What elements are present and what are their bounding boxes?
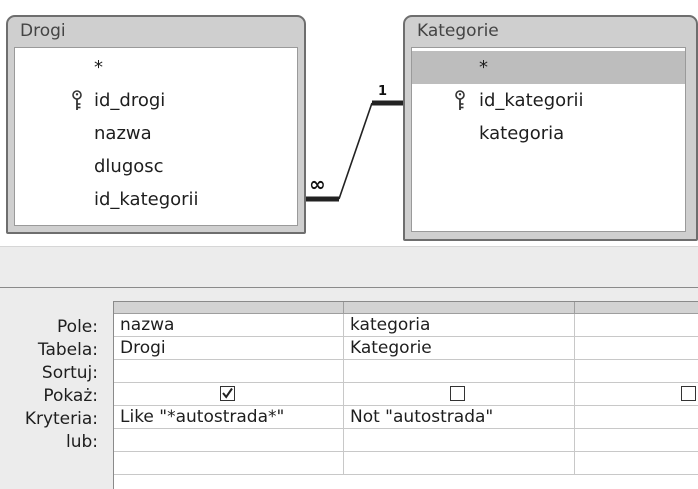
cell-empty[interactable] [575, 452, 698, 475]
cell-tabela[interactable]: Drogi [114, 337, 344, 360]
cell-pokaz [114, 383, 344, 406]
cell-sortuj[interactable] [575, 360, 698, 383]
cell-pole[interactable]: nazwa [114, 314, 344, 337]
row-label-sortuj: Sortuj: [41, 363, 98, 383]
cell-pole[interactable] [575, 314, 698, 337]
cell-empty[interactable] [344, 452, 575, 475]
row-label-tabela: Tabela: [37, 340, 98, 360]
show-checkbox[interactable] [450, 386, 465, 401]
checkmark-icon [222, 387, 233, 399]
query-grid: nazwa Drogi Like "*autostrada*" kategori… [113, 301, 698, 489]
cell-kryteria[interactable] [575, 406, 698, 429]
cell-tabela[interactable]: Kategorie [344, 337, 575, 360]
row-label-pokaz: Pokaż: [43, 386, 98, 406]
column-selector-1[interactable] [114, 302, 344, 314]
relationship-many-label: ∞ [309, 172, 326, 196]
query-diagram-pane[interactable]: Drogi * id_drogi nazwa dlugosc id_katego… [0, 0, 698, 246]
column-selector-2[interactable] [344, 302, 575, 314]
cell-lub[interactable] [575, 429, 698, 452]
cell-sortuj[interactable] [344, 360, 575, 383]
cell-kryteria[interactable]: Like "*autostrada*" [114, 406, 344, 429]
cell-pole[interactable]: kategoria [344, 314, 575, 337]
relationship-line[interactable]: 1 ∞ [0, 0, 698, 246]
cell-lub[interactable] [114, 429, 344, 452]
cell-kryteria[interactable]: Not "autostrada" [344, 406, 575, 429]
row-label-pole: Pole: [57, 317, 98, 337]
column-selector-3[interactable] [575, 302, 698, 314]
row-label-kryteria: Kryteria: [24, 409, 98, 429]
row-label-lub: lub: [65, 432, 98, 452]
cell-empty[interactable] [114, 452, 344, 475]
query-design-grid-pane: Pole: Tabela: Sortuj: Pokaż: Kryteria: l… [0, 288, 698, 489]
cell-tabela[interactable] [575, 337, 698, 360]
cell-pokaz [575, 383, 698, 406]
relationship-one-label: 1 [378, 84, 387, 99]
pane-splitter[interactable] [0, 246, 698, 288]
cell-sortuj[interactable] [114, 360, 344, 383]
show-checkbox[interactable] [220, 386, 235, 401]
cell-lub[interactable] [344, 429, 575, 452]
cell-pokaz [344, 383, 575, 406]
show-checkbox[interactable] [681, 386, 696, 401]
